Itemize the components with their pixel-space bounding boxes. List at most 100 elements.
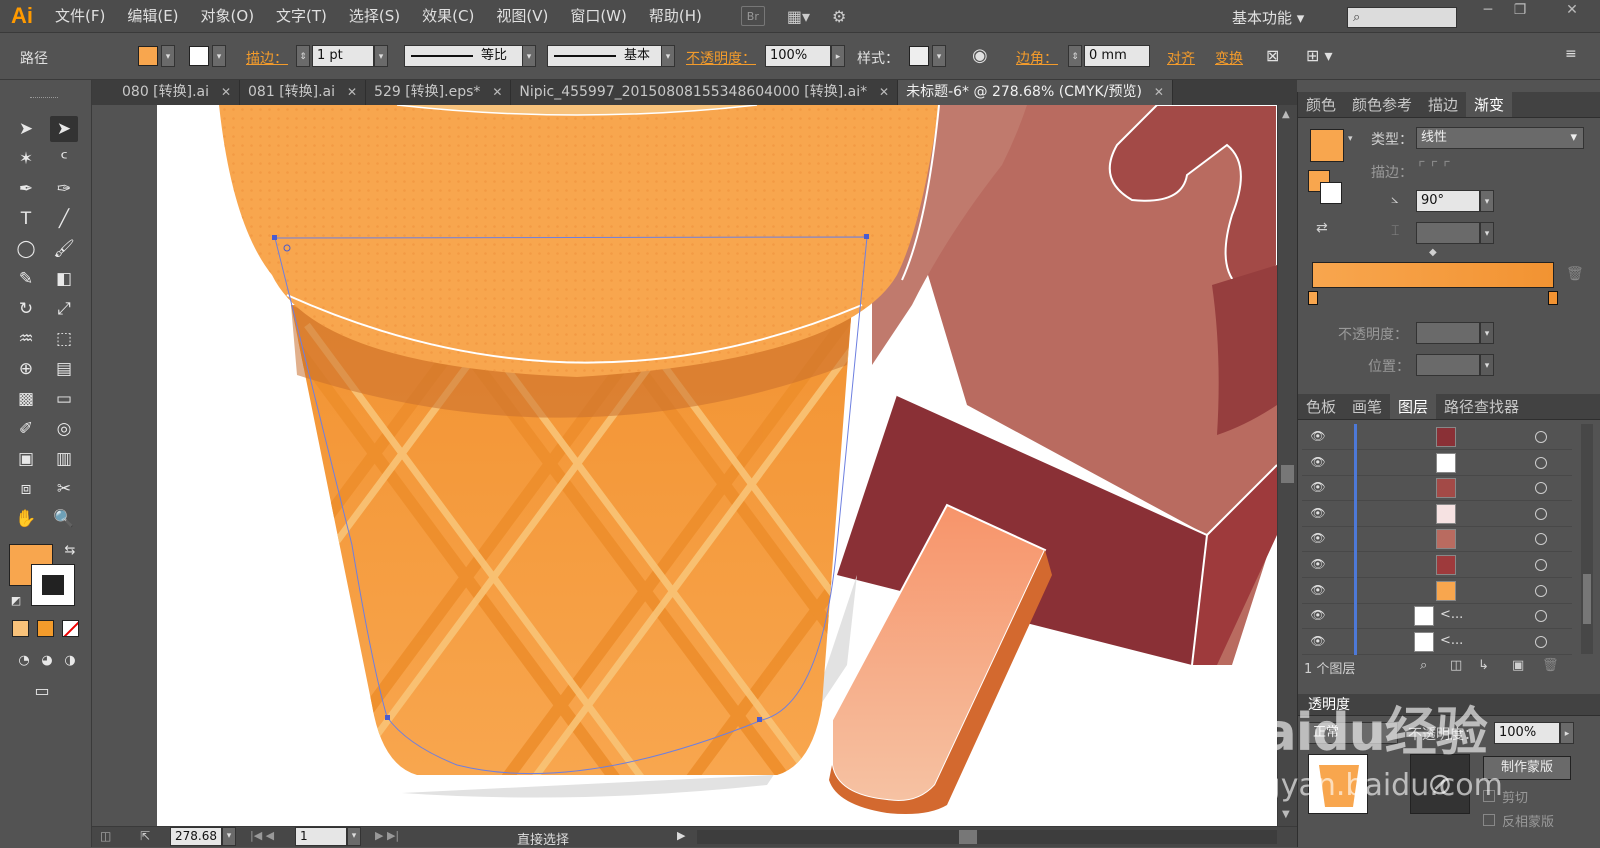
stroke-weight-field[interactable]: 1 pt <box>312 45 374 67</box>
stop-position-field[interactable] <box>1416 354 1480 376</box>
lasso-tool-icon[interactable]: ᑦ <box>50 146 78 172</box>
share-icon[interactable]: ⇱ <box>140 829 150 843</box>
pencil-tool-icon[interactable]: ✎ <box>12 266 40 292</box>
layer-row[interactable]: 👁 <... <box>1302 603 1572 630</box>
gpu-performance-icon[interactable]: ⚙ <box>832 7 846 26</box>
brush-definition[interactable]: 基本 <box>547 45 667 67</box>
restore-button[interactable]: ❐ <box>1506 2 1534 22</box>
gradient-mode-icon[interactable] <box>37 620 54 637</box>
eraser-tool-icon[interactable]: ◧ <box>50 266 78 292</box>
visibility-eye-icon[interactable]: 👁 <box>1310 557 1326 571</box>
default-colors-icon[interactable]: ◩ <box>2 588 30 614</box>
curvature-tool-icon[interactable]: ✑ <box>50 176 78 202</box>
target-icon[interactable] <box>1535 584 1547 597</box>
target-icon[interactable] <box>1535 533 1547 546</box>
stop-opacity-field[interactable] <box>1416 322 1480 344</box>
visibility-eye-icon[interactable]: 👁 <box>1310 455 1326 469</box>
shape-mode-icon[interactable]: ⊞ ▾ <box>1306 46 1333 65</box>
next-page-icon[interactable]: ▶ ▶| <box>375 829 399 842</box>
zoom-dropdown[interactable]: ▾ <box>222 827 236 846</box>
screen-mode-icon[interactable]: ▭ <box>28 678 56 704</box>
artboard-nav-icon[interactable]: ◫ <box>100 829 111 843</box>
blend-tool-icon[interactable]: ◎ <box>50 416 78 442</box>
panel-menu-icon[interactable]: ≡ <box>1565 46 1577 62</box>
isolate-selection-icon[interactable]: ⊠ <box>1266 46 1279 65</box>
canvas[interactable] <box>92 105 1277 826</box>
transparency-opacity-field[interactable]: 100% <box>1494 722 1560 744</box>
column-graph-tool-icon[interactable]: ▥ <box>50 446 78 472</box>
align-link[interactable]: 对齐 <box>1167 48 1195 68</box>
tab-swatches[interactable]: 色板 <box>1298 394 1344 419</box>
document-tab[interactable]: 080 [转换].ai ✕ <box>92 80 241 105</box>
artboard[interactable] <box>157 105 1277 826</box>
opacity-field[interactable]: 100% <box>765 45 831 67</box>
target-icon[interactable] <box>1535 507 1547 520</box>
target-icon[interactable] <box>1535 635 1547 648</box>
layers-scrollbar[interactable] <box>1581 424 1593 654</box>
horizontal-scrollbar[interactable] <box>697 830 1277 844</box>
menu-view[interactable]: 视图(V) <box>485 0 559 33</box>
angle-dropdown[interactable]: ▾ <box>1480 190 1494 212</box>
menu-file[interactable]: 文件(F) <box>44 0 116 33</box>
pen-tool-icon[interactable]: ✒ <box>12 176 40 202</box>
tab-color-guide[interactable]: 颜色参考 <box>1344 92 1420 117</box>
close-tab-icon[interactable]: ✕ <box>879 80 889 105</box>
stroke-dropdown[interactable]: ▾ <box>212 45 226 67</box>
reverse-gradient-icon[interactable]: ⇄ <box>1316 220 1328 236</box>
midpoint-diamond-icon[interactable]: ◆ <box>1429 247 1437 258</box>
layer-row[interactable]: 👁 <box>1302 475 1572 502</box>
menu-effect[interactable]: 效果(C) <box>411 0 485 33</box>
new-layer-icon[interactable]: ▣ <box>1512 658 1524 673</box>
opacity-arrow[interactable]: ▸ <box>831 45 845 67</box>
layer-row[interactable]: 👁 <box>1302 552 1572 578</box>
recolor-artwork-icon[interactable]: ◉ <box>972 45 988 66</box>
profile-dropdown[interactable]: ▾ <box>522 45 536 67</box>
paintbrush-tool-icon[interactable]: 🖌 <box>50 236 78 262</box>
aspect-ratio-dropdown[interactable]: ▾ <box>1480 222 1494 244</box>
layer-row[interactable]: 👁 <box>1302 526 1572 553</box>
arrange-documents-icon[interactable]: ▦▾ <box>787 7 810 26</box>
document-tab[interactable]: 081 [转换].ai ✕ <box>240 80 367 105</box>
scroll-up-icon[interactable]: ▲ <box>1282 109 1290 120</box>
corner-radius-field[interactable]: 0 mm <box>1084 45 1150 67</box>
menu-help[interactable]: 帮助(H) <box>638 0 713 33</box>
workspace-switcher[interactable]: 基本功能 ▾ <box>1232 7 1304 28</box>
style-dropdown[interactable]: ▾ <box>932 45 946 67</box>
visibility-eye-icon[interactable]: 👁 <box>1310 608 1326 622</box>
close-tab-icon[interactable]: ✕ <box>1154 80 1164 105</box>
gradient-tool-icon[interactable]: ▭ <box>50 386 78 412</box>
close-window-button[interactable]: ✕ <box>1558 2 1586 22</box>
target-icon[interactable] <box>1535 610 1547 623</box>
gradient-thumbnail[interactable] <box>1310 129 1344 162</box>
new-sublayer-icon[interactable]: ↳ <box>1478 658 1489 673</box>
gradient-stop-start[interactable] <box>1308 291 1318 305</box>
transform-link[interactable]: 变换 <box>1215 48 1243 68</box>
ellipse-tool-icon[interactable]: ◯ <box>12 236 40 262</box>
tab-stroke[interactable]: 描边 <box>1420 92 1466 117</box>
stroke-swatch[interactable] <box>189 46 209 66</box>
anchor-point[interactable] <box>385 715 390 720</box>
draw-inside-icon[interactable]: ◑ <box>56 648 84 674</box>
gradient-stop-end[interactable] <box>1548 291 1558 305</box>
layer-row[interactable]: 👁 <box>1302 424 1572 450</box>
hand-tool-icon[interactable]: ✋ <box>12 506 40 532</box>
opacity-link[interactable]: 不透明度： <box>686 48 756 68</box>
tab-layers[interactable]: 图层 <box>1390 394 1437 419</box>
none-mode-icon[interactable] <box>62 620 79 637</box>
status-menu-icon[interactable]: ▶ <box>677 829 685 842</box>
tab-color[interactable]: 颜色 <box>1298 92 1344 117</box>
target-icon[interactable] <box>1535 456 1547 469</box>
zoom-field[interactable]: 278.68 <box>170 827 222 846</box>
type-tool-icon[interactable]: T <box>12 206 40 232</box>
document-tab[interactable]: 529 [转换].eps* ✕ <box>366 80 512 105</box>
menu-window[interactable]: 窗口(W) <box>559 0 638 33</box>
first-page-icon[interactable]: |◀ ◀ <box>250 829 274 842</box>
stop-opacity-dropdown[interactable]: ▾ <box>1480 322 1494 344</box>
visibility-eye-icon[interactable]: 👁 <box>1310 429 1326 443</box>
stroke-weight-dropdown[interactable]: ▾ <box>374 45 388 67</box>
stroke-color-swatch[interactable] <box>31 564 75 606</box>
layer-row[interactable]: 👁 <box>1302 500 1572 527</box>
target-icon[interactable] <box>1535 559 1547 571</box>
angle-field[interactable]: 90° <box>1416 190 1480 212</box>
layer-row[interactable]: 👁 <... <box>1302 628 1572 655</box>
